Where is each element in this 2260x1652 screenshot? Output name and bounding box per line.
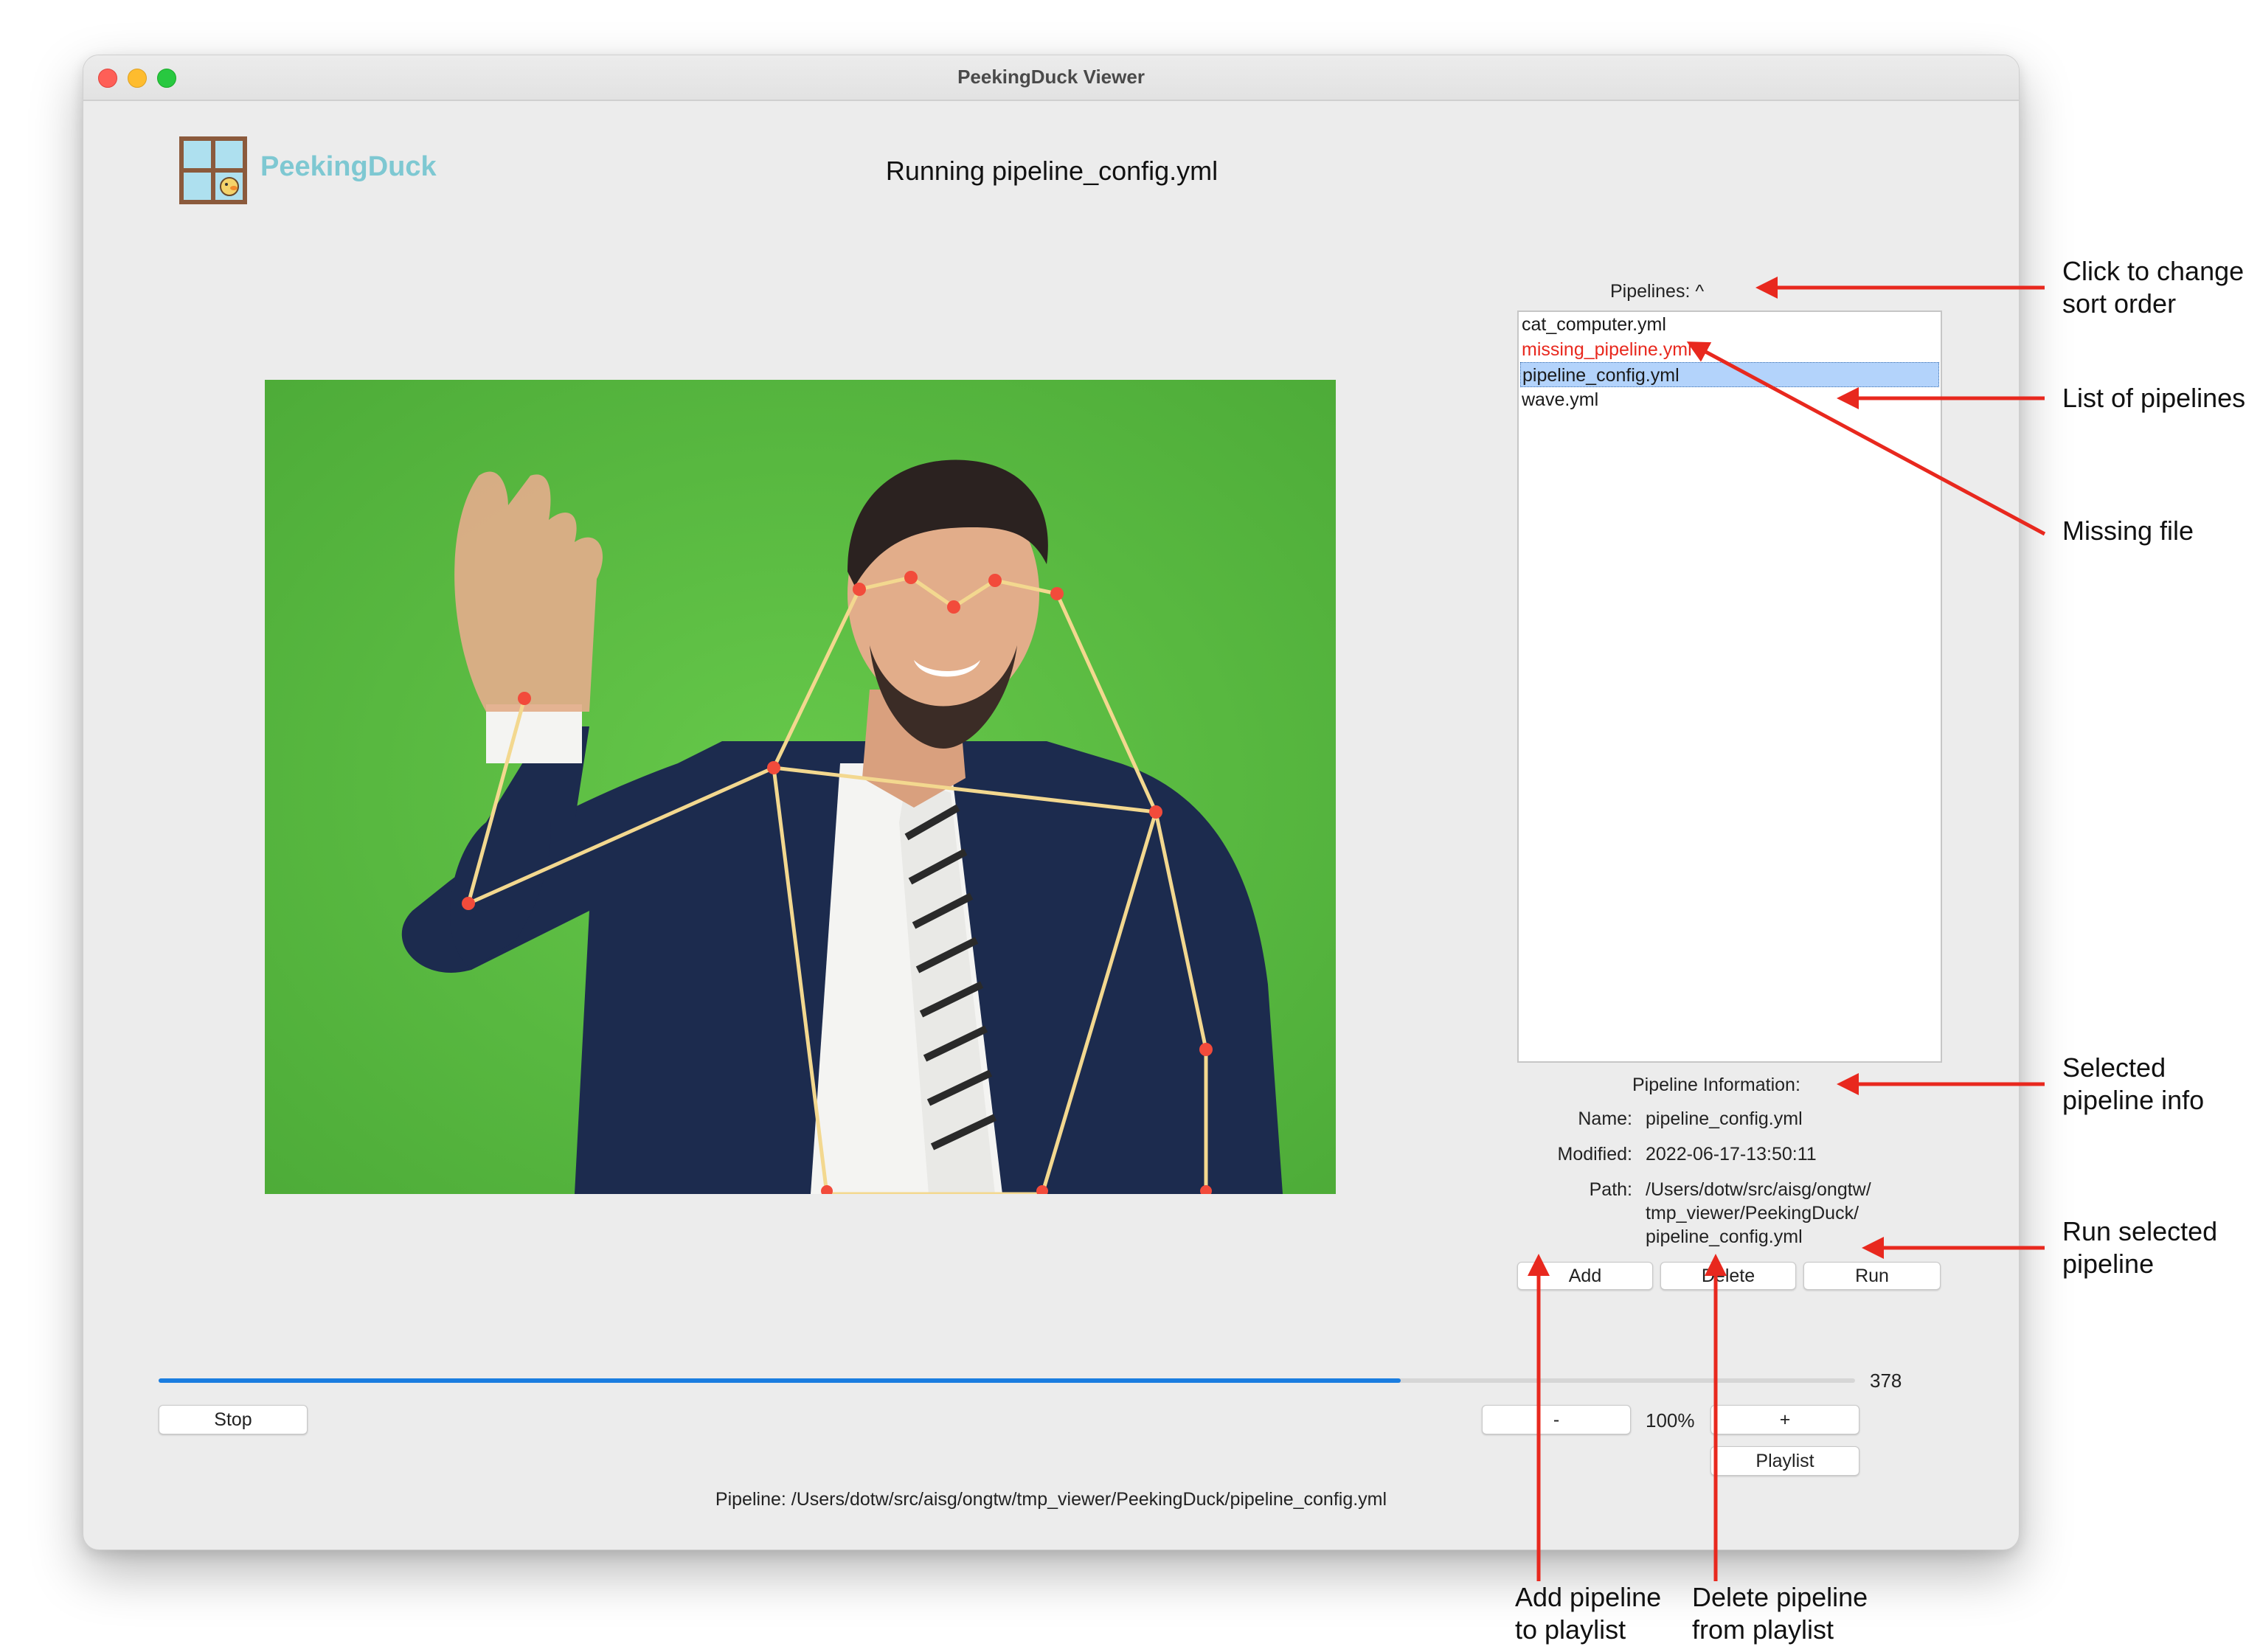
app-window: PeekingDuck Viewer PeekingDuck Running p… (83, 55, 2020, 1550)
delete-button[interactable]: Delete (1660, 1262, 1796, 1290)
annotation-line: Add pipeline (1515, 1582, 1662, 1612)
pipeline-list-item-cat-computer[interactable]: cat_computer.yml (1520, 312, 1939, 337)
annotation-sort-order: Click to change sort order (2062, 255, 2244, 320)
video-frame (265, 380, 1336, 1194)
run-button[interactable]: Run (1803, 1262, 1941, 1290)
zoom-out-button[interactable]: - (1482, 1405, 1631, 1434)
info-path-label: Path: (1589, 1179, 1632, 1200)
info-modified-value: 2022-06-17-13:50:11 (1646, 1144, 1817, 1165)
pipeline-list-item-wave[interactable]: wave.yml (1520, 387, 1939, 412)
window-title: PeekingDuck Viewer (957, 66, 1145, 88)
info-path-line: tmp_viewer/PeekingDuck/ (1646, 1203, 1859, 1224)
info-path-line: pipeline_config.yml (1646, 1226, 1803, 1247)
annotation-missing-file: Missing file (2062, 515, 2194, 547)
peekingduck-logo-icon (179, 136, 247, 204)
progress-fill (159, 1378, 1401, 1383)
logo-wordmark: PeekingDuck (260, 151, 437, 182)
pipeline-list-item-missing-pipeline[interactable]: missing_pipeline.yml (1520, 337, 1939, 362)
annotation-line: Click to change (2062, 256, 2245, 286)
annotation-line: Missing file (2062, 516, 2194, 546)
info-name-value: pipeline_config.yml (1646, 1108, 1803, 1129)
annotation-add-pipeline: Add pipeline to playlist (1515, 1581, 1661, 1646)
annotation-delete-pipeline: Delete pipeline from playlist (1692, 1581, 1868, 1646)
info-modified-label: Modified: (1557, 1144, 1632, 1165)
playlist-button[interactable]: Playlist (1710, 1446, 1859, 1476)
annotation-line: Delete pipeline (1692, 1582, 1868, 1612)
frame-count: 378 (1870, 1370, 1902, 1392)
pipeline-list[interactable]: cat_computer.yml missing_pipeline.yml pi… (1517, 310, 1942, 1063)
pipeline-info-heading: Pipeline Information: (1632, 1075, 1800, 1095)
stop-button[interactable]: Stop (159, 1405, 308, 1434)
zoom-in-button[interactable]: + (1710, 1405, 1859, 1434)
annotation-line: pipeline info (2062, 1085, 2205, 1115)
zoom-level: 100% (1646, 1409, 1695, 1431)
annotation-line: from playlist (1692, 1614, 1834, 1645)
running-pipeline-title: Running pipeline_config.yml (885, 156, 1219, 186)
annotation-line: Run selected (2062, 1216, 2218, 1246)
title-bar: PeekingDuck Viewer (83, 55, 2019, 101)
info-path-line: /Users/dotw/src/aisg/ongtw/ (1646, 1179, 1871, 1200)
annotation-selected-info: Selected pipeline info (2062, 1052, 2204, 1117)
info-name-label: Name: (1578, 1108, 1632, 1129)
pipeline-list-item-pipeline-config[interactable]: pipeline_config.yml (1520, 362, 1939, 387)
annotation-list-pipelines: List of pipelines (2062, 382, 2245, 414)
annotation-line: sort order (2062, 288, 2177, 319)
annotation-line: Selected (2062, 1052, 2166, 1083)
annotation-line: to playlist (1515, 1614, 1626, 1645)
pipelines-sort-header[interactable]: Pipelines: ^ (1610, 281, 1704, 302)
footer-pipeline-path: Pipeline: /Users/dotw/src/aisg/ongtw/tmp… (715, 1489, 1387, 1510)
annotation-line: pipeline (2062, 1249, 2155, 1279)
annotation-line: List of pipelines (2062, 383, 2246, 413)
annotation-run-selected: Run selected pipeline (2062, 1215, 2217, 1280)
add-button[interactable]: Add (1517, 1262, 1653, 1290)
